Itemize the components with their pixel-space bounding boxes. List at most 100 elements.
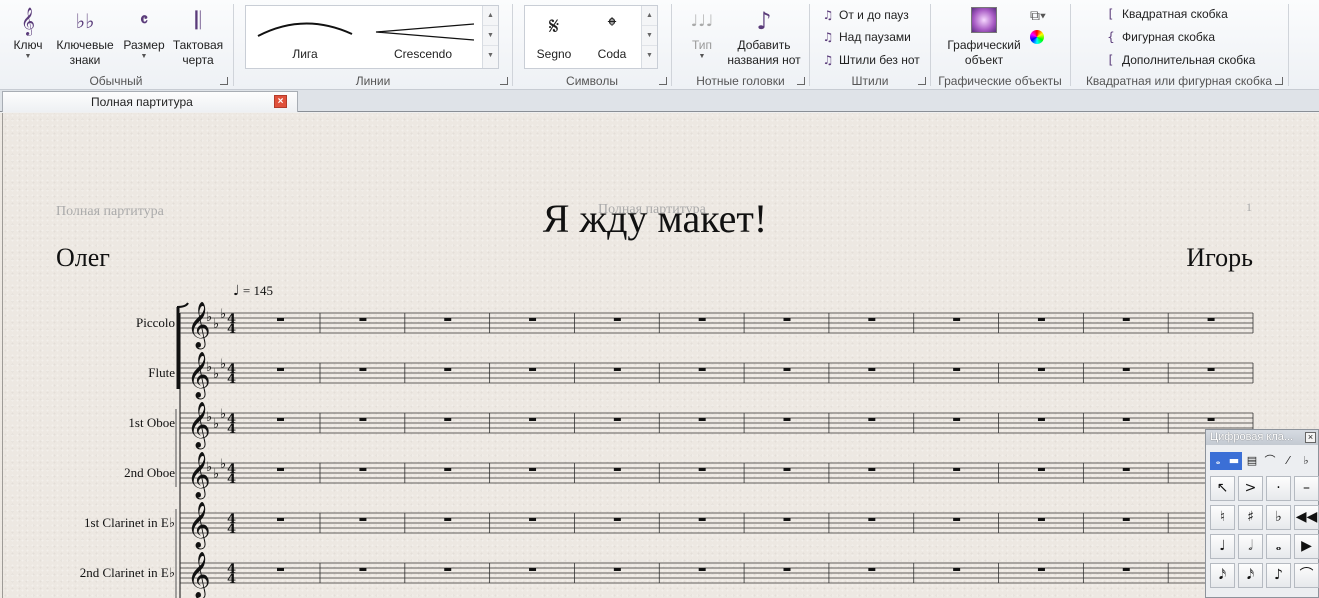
tie-icon[interactable]: ⌒	[1294, 563, 1319, 588]
ribbon: 𝄞 Ключ ▼ ♭♭ Ключевые знаки 𝄴 Размер ▼ 𝄃 …	[0, 0, 1319, 90]
sub-bracket-icon: [	[1108, 53, 1114, 67]
gallery-expand-icon[interactable]: ▼	[483, 46, 498, 66]
clef-button[interactable]: 𝄞 Ключ ▼	[8, 4, 48, 61]
whole-rest	[1037, 468, 1045, 471]
graphic-object-button[interactable]: Графический объект	[941, 4, 1027, 68]
keypad-title[interactable]: Цифровая кла... ×	[1206, 430, 1318, 445]
keypad-tab-rests[interactable]: ▬	[1226, 452, 1242, 470]
whole-rest	[277, 418, 284, 421]
graphics-style-icon[interactable]: ⧉▾	[1030, 7, 1046, 24]
whole-rest	[359, 318, 367, 321]
gallery-item-coda[interactable]: 𝄌 Coda	[583, 6, 641, 68]
group-label-symbols: Символы	[566, 74, 618, 88]
color-wheel-icon[interactable]	[1030, 30, 1044, 44]
whole-rest	[868, 568, 876, 571]
stems-over-rests-button[interactable]: ♫ Над паузами	[820, 27, 911, 47]
whole-rest	[868, 518, 876, 521]
keypad-panel[interactable]: Цифровая кла... × 𝅝 ▬ ▤ ⌒ ⁄ ♭ ↖ > · – ♮ …	[1205, 429, 1319, 598]
launcher-icon[interactable]	[500, 77, 508, 85]
half-note-icon[interactable]: 𝅗𝅥	[1238, 534, 1263, 559]
group-label-common: Обычный	[89, 74, 143, 88]
gallery-expand-icon[interactable]: ▼	[642, 46, 657, 66]
flat-icon[interactable]: ♭	[1266, 505, 1291, 530]
whole-rest	[444, 318, 452, 321]
key-flat: ♭	[213, 417, 219, 432]
scroll-up-icon[interactable]: ▲	[642, 6, 657, 26]
launcher-icon[interactable]	[659, 77, 667, 85]
barline-button[interactable]: 𝄃 Тактовая черта	[170, 4, 226, 68]
whole-rest	[953, 318, 961, 321]
scroll-down-icon[interactable]: ▼	[483, 26, 498, 46]
group-label-noteheads: Нотные головки	[696, 74, 785, 88]
tab-full-score[interactable]: Полная партитура ×	[2, 91, 298, 112]
play-icon[interactable]: ▶	[1294, 534, 1319, 559]
thirty-second-note-icon[interactable]: 𝅘𝅥𝅯	[1238, 563, 1263, 588]
whole-note-icon[interactable]: 𝅝	[1266, 534, 1291, 559]
square-bracket-button[interactable]: [Квадратная скобка	[1103, 4, 1228, 24]
eighth-note-icon[interactable]: ♪	[1266, 563, 1291, 588]
tenuto-icon[interactable]: –	[1294, 476, 1319, 501]
scroll-up-icon[interactable]: ▲	[483, 6, 498, 26]
symbols-gallery: 𝄋 Segno 𝄌 Coda ▲ ▼ ▼	[524, 5, 658, 69]
image-icon	[941, 4, 1027, 38]
close-icon[interactable]: ×	[274, 95, 287, 108]
whole-rest	[444, 468, 452, 471]
launcher-icon[interactable]	[918, 77, 926, 85]
keypad-tab-accidentals[interactable]: ♭	[1298, 452, 1314, 470]
stemlets-button[interactable]: ♫ Штили без нот	[820, 50, 920, 70]
sharp-icon[interactable]: ♯	[1238, 505, 1263, 530]
sub-bracket-button[interactable]: [Дополнительная скобка	[1103, 50, 1256, 70]
whole-rest	[1207, 368, 1215, 371]
group-lines: Лига Crescendo ▲ ▼ ▼ Линии	[234, 0, 512, 90]
keypad-tab-jazz[interactable]: ⁄	[1280, 452, 1296, 470]
launcher-icon[interactable]	[220, 77, 228, 85]
group-graphics: Графический объект ⧉▾ Графические объект…	[931, 0, 1069, 90]
close-icon[interactable]: ×	[1305, 432, 1316, 443]
add-note-names-button[interactable]: ♪ Добавить названия нот	[724, 4, 804, 68]
natural-icon[interactable]: ♮	[1210, 505, 1235, 530]
group-label-brackets: Квадратная или фигурная скобка	[1085, 74, 1273, 88]
gallery-item-crescendo[interactable]: Crescendo	[364, 6, 482, 68]
rewind-icon[interactable]: ◀◀	[1294, 505, 1319, 530]
whole-rest	[953, 368, 961, 371]
whole-rest	[1122, 368, 1130, 371]
whole-rest	[359, 568, 367, 571]
group-noteheads: ♩♩♩ Тип ▼ ♪ Добавить названия нот Нотные…	[672, 0, 809, 90]
stems-to-rests-button[interactable]: ♫ От и до пауз	[820, 5, 909, 25]
quarter-note-icon[interactable]: ♩	[1210, 534, 1235, 559]
key-flat: ♭	[220, 357, 226, 372]
scroll-down-icon[interactable]: ▼	[642, 26, 657, 46]
key-flat: ♭	[220, 457, 226, 472]
keypad-tab-articulations[interactable]: ⌒	[1262, 452, 1278, 470]
whole-rest	[698, 318, 706, 321]
accent-icon[interactable]: >	[1238, 476, 1263, 501]
brace-button[interactable]: {Фигурная скобка	[1103, 27, 1215, 47]
whole-rest	[953, 418, 961, 421]
time-signature-button[interactable]: 𝄴 Размер ▼	[121, 4, 167, 61]
launcher-icon[interactable]	[797, 77, 805, 85]
gallery-scrollbar[interactable]: ▲ ▼ ▼	[482, 6, 498, 68]
key-flat: ♭	[206, 410, 212, 425]
whole-rest	[868, 368, 876, 371]
stem-icon: ♫	[822, 53, 834, 67]
keypad-tab-beams[interactable]: ▤	[1244, 452, 1260, 470]
notehead-type-button[interactable]: ♩♩♩ Тип ▼	[680, 4, 724, 61]
whole-rest	[1037, 368, 1045, 371]
gallery-scrollbar[interactable]: ▲ ▼ ▼	[641, 6, 657, 68]
staccato-icon[interactable]: ·	[1266, 476, 1291, 501]
whole-rest	[359, 418, 367, 421]
score-view[interactable]: Полная партитура Полная партитура 1 Я жд…	[0, 113, 1319, 598]
launcher-icon[interactable]	[1275, 77, 1283, 85]
time-signature-icon: 𝄴	[139, 10, 149, 31]
keypad-tab-notes[interactable]: 𝅝	[1210, 452, 1226, 470]
whole-rest	[783, 568, 791, 571]
gallery-item-slur[interactable]: Лига	[246, 6, 364, 68]
key-flat: ♭	[213, 467, 219, 482]
whole-rest	[613, 518, 621, 521]
gallery-item-segno[interactable]: 𝄋 Segno	[525, 6, 583, 68]
pointer-icon[interactable]: ↖	[1210, 476, 1235, 501]
key-signature-button[interactable]: ♭♭ Ключевые знаки	[52, 4, 118, 68]
time-signature-bottom: 4	[227, 322, 236, 337]
sixteenth-note-icon[interactable]: 𝅘𝅥𝅯	[1210, 563, 1235, 588]
key-flat: ♭	[206, 360, 212, 375]
